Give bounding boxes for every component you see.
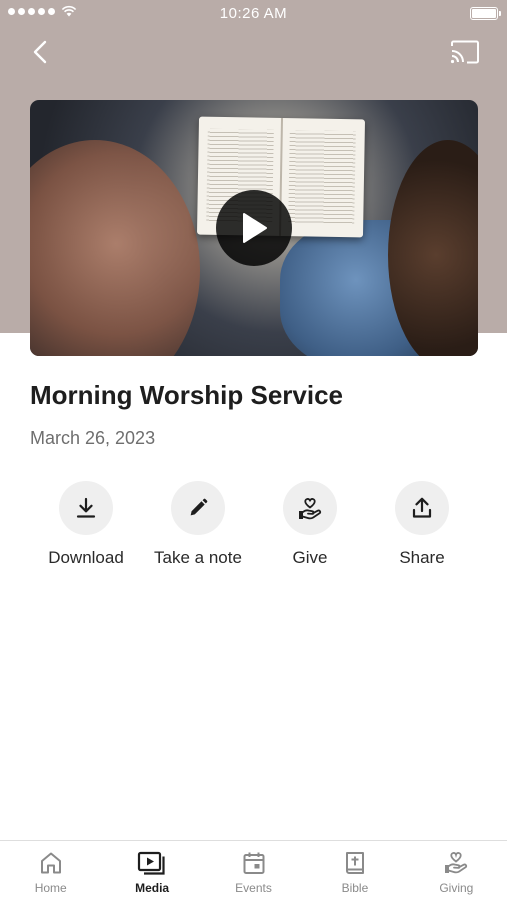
tab-bible-label: Bible (341, 881, 369, 895)
download-button[interactable]: Download (30, 481, 142, 568)
pencil-icon (190, 498, 208, 516)
share-circle (395, 481, 449, 535)
bible-icon (345, 852, 364, 874)
share-button[interactable]: Share (366, 481, 478, 568)
tab-bible[interactable]: Bible (304, 841, 405, 900)
chevron-left-icon (33, 40, 47, 64)
share-label: Share (399, 548, 445, 567)
tab-home-label: Home (34, 881, 67, 895)
cast-icon (450, 40, 479, 64)
action-bar: Download Take a note Give Share (30, 481, 478, 568)
give-label: Give (292, 548, 328, 567)
video-thumbnail-hair (388, 140, 478, 356)
tab-giving-label: Giving (439, 881, 474, 895)
battery-icon (470, 7, 501, 20)
home-icon (40, 852, 61, 874)
give-button[interactable]: Give (254, 481, 366, 568)
video-player[interactable] (30, 100, 478, 356)
media-date: March 26, 2023 (30, 428, 156, 448)
media-title: Morning Worship Service (30, 380, 344, 410)
tab-media-label: Media (135, 881, 170, 895)
cast-button[interactable] (445, 32, 485, 72)
take-note-button[interactable]: Take a note (142, 481, 254, 568)
video-thumbnail-person (30, 140, 200, 356)
give-circle (283, 481, 337, 535)
tab-events[interactable]: Events (203, 841, 304, 900)
tab-giving[interactable]: Giving (406, 841, 507, 900)
tab-bar: Home Media Events Bible Giving (0, 840, 507, 900)
tab-events-label: Events (235, 881, 272, 895)
media-icon (138, 851, 165, 875)
take-note-circle (171, 481, 225, 535)
download-icon (76, 497, 96, 518)
calendar-icon (243, 852, 265, 874)
back-button[interactable] (20, 32, 60, 72)
play-icon (243, 213, 267, 243)
play-button[interactable] (216, 190, 292, 266)
status-bar: 10:26 AM (0, 0, 507, 26)
status-time: 10:26 AM (219, 5, 288, 22)
share-icon (412, 497, 432, 518)
download-label: Download (48, 548, 124, 567)
tab-media[interactable]: Media (101, 841, 202, 900)
giving-icon (445, 852, 468, 874)
download-circle (59, 481, 113, 535)
take-note-label: Take a note (154, 548, 242, 567)
tab-home[interactable]: Home (0, 841, 101, 900)
heart-hand-icon (299, 498, 322, 520)
